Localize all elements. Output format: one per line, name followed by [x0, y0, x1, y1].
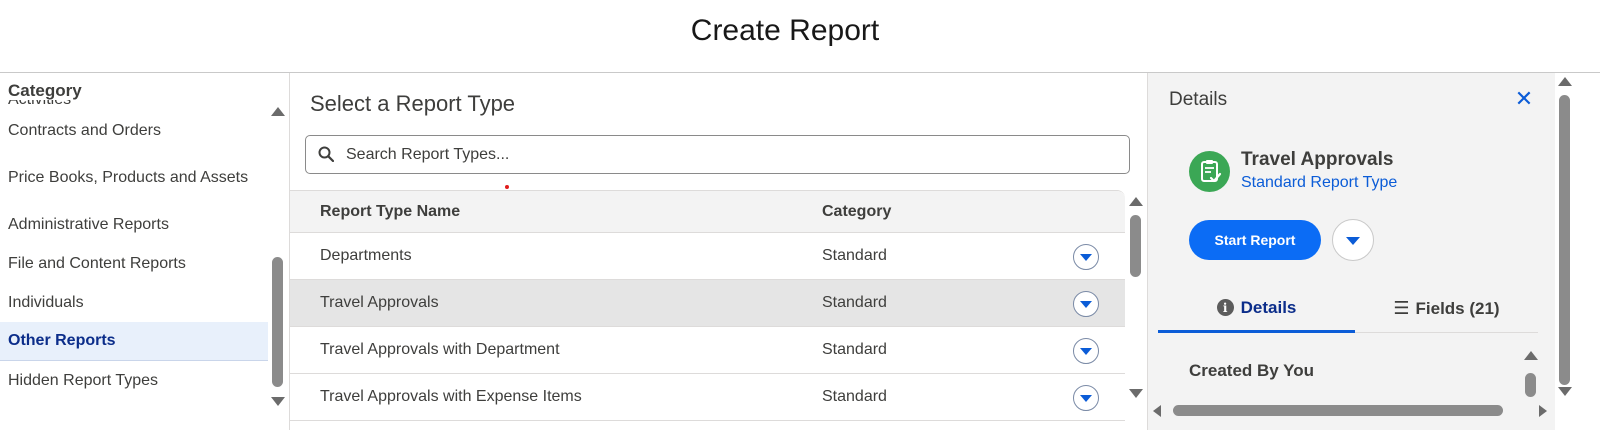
- horizontal-scrollbar[interactable]: [1147, 400, 1555, 422]
- indicator-dot: [505, 185, 509, 189]
- category-list: Activities Contracts and Orders Price Bo…: [0, 91, 268, 400]
- category-item-administrative[interactable]: Administrative Reports: [0, 205, 268, 244]
- category-panel: Category Activities Contracts and Orders…: [0, 73, 290, 430]
- scroll-up-arrow-icon[interactable]: [1558, 77, 1572, 86]
- row-actions-button[interactable]: [1073, 385, 1099, 411]
- table-row[interactable]: Travel Approvals with Department Standar…: [290, 327, 1125, 374]
- row-category: Standard: [822, 341, 887, 358]
- scroll-down-arrow-icon[interactable]: [1558, 387, 1572, 396]
- details-tabs: i Details ☰ Fields (21): [1158, 285, 1538, 333]
- scrollbar-thumb[interactable]: [1559, 95, 1570, 385]
- scrollbar-thumb[interactable]: [1130, 215, 1141, 277]
- info-icon: i: [1216, 299, 1234, 316]
- chevron-down-icon: [1080, 254, 1092, 261]
- row-category: Standard: [822, 294, 887, 311]
- search-box[interactable]: [305, 135, 1130, 174]
- search-icon: [318, 146, 334, 162]
- start-report-button[interactable]: Start Report: [1189, 220, 1321, 260]
- section-heading: Created By You: [1189, 361, 1315, 380]
- row-name[interactable]: Travel Approvals: [320, 294, 439, 312]
- page-scrollbar[interactable]: [1555, 73, 1575, 403]
- row-name[interactable]: Travel Approvals with Department: [320, 341, 560, 359]
- search-input[interactable]: [346, 144, 1106, 166]
- row-actions-button[interactable]: [1073, 291, 1099, 317]
- tab-label: Details: [1240, 297, 1297, 317]
- category-item-price-books[interactable]: Price Books, Products and Assets: [0, 150, 268, 205]
- tab-fields[interactable]: ☰ Fields (21): [1355, 285, 1538, 332]
- row-name[interactable]: Travel Approvals with Expense Items: [320, 388, 582, 406]
- row-actions-button[interactable]: [1073, 244, 1099, 270]
- row-category: Standard: [822, 388, 887, 405]
- table-row[interactable]: Travel Approvals with Expense Items Stan…: [290, 374, 1125, 421]
- row-actions-button[interactable]: [1073, 338, 1099, 364]
- column-header-category[interactable]: Category: [822, 203, 891, 221]
- scroll-right-arrow-icon[interactable]: [1539, 405, 1547, 417]
- tab-details[interactable]: i Details: [1158, 285, 1355, 333]
- scrollbar-thumb[interactable]: [1525, 373, 1536, 397]
- category-item-individuals[interactable]: Individuals: [0, 283, 268, 322]
- tab-label: Fields (21): [1415, 298, 1500, 318]
- report-type-table: Report Type Name Category Departments St…: [290, 190, 1125, 430]
- scroll-up-arrow-icon[interactable]: [1524, 351, 1538, 360]
- chevron-down-icon: [1346, 237, 1360, 245]
- column-header-name[interactable]: Report Type Name: [320, 203, 460, 221]
- chevron-down-icon: [1080, 395, 1092, 402]
- scroll-down-arrow-icon[interactable]: [271, 397, 285, 406]
- modal-header: Create Report: [0, 0, 1600, 73]
- scrollbar-thumb[interactable]: [272, 257, 283, 387]
- scroll-left-arrow-icon[interactable]: [1153, 405, 1161, 417]
- row-category: Standard: [822, 247, 887, 264]
- report-type-kind: Standard Report Type: [1241, 174, 1398, 191]
- close-icon[interactable]: ✕: [1514, 87, 1534, 111]
- more-options-button[interactable]: [1332, 219, 1374, 261]
- list-icon: ☰: [1393, 298, 1410, 318]
- table-row[interactable]: Departments Standard: [290, 233, 1125, 280]
- scroll-up-arrow-icon[interactable]: [1129, 197, 1143, 206]
- clipboard-check-icon: [1189, 151, 1230, 192]
- category-scrollbar[interactable]: [268, 103, 288, 413]
- details-heading: Details: [1169, 89, 1228, 110]
- report-type-heading: Select a Report Type: [310, 91, 516, 116]
- scroll-down-arrow-icon[interactable]: [1129, 389, 1143, 398]
- category-item-other-reports[interactable]: Other Reports: [0, 322, 268, 361]
- details-panel: Details ✕ Travel Approvals Standard Repo…: [1147, 73, 1555, 430]
- page-title: Create Report: [690, 14, 880, 47]
- chevron-down-icon: [1080, 348, 1092, 355]
- report-type-panel: Select a Report Type Report Type Name Ca…: [290, 73, 1147, 430]
- category-item-file-content[interactable]: File and Content Reports: [0, 244, 268, 283]
- scrollbar-thumb[interactable]: [1173, 405, 1503, 416]
- table-row-selected[interactable]: Travel Approvals Standard: [290, 280, 1125, 327]
- report-type-name: Travel Approvals: [1241, 149, 1394, 170]
- scroll-up-arrow-icon[interactable]: [271, 107, 285, 116]
- category-item-hidden[interactable]: Hidden Report Types: [0, 361, 268, 400]
- chevron-down-icon: [1080, 301, 1092, 308]
- category-heading: Category: [8, 81, 82, 100]
- row-name[interactable]: Departments: [320, 247, 412, 265]
- table-scrollbar[interactable]: [1125, 193, 1147, 403]
- table-header: Report Type Name Category: [290, 191, 1125, 233]
- category-item-contracts-orders[interactable]: Contracts and Orders: [0, 111, 268, 150]
